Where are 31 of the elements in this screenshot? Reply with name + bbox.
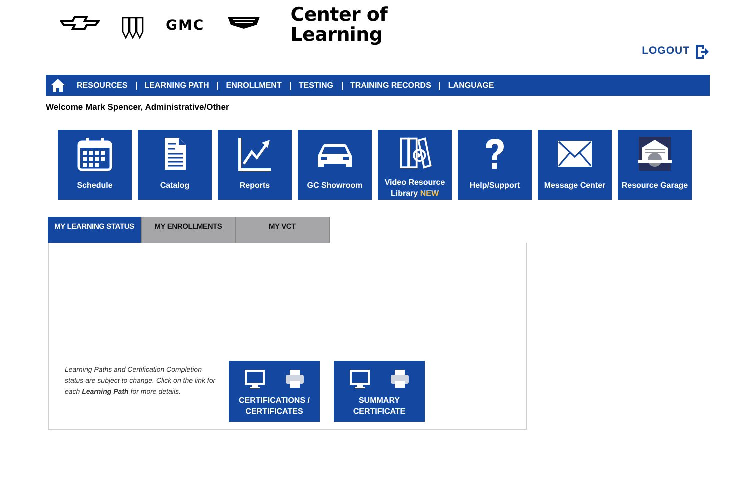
nav-link[interactable]: ENROLLMENT	[218, 80, 290, 92]
menu-tile[interactable]: Schedule	[58, 130, 132, 200]
garage-icon	[635, 136, 675, 172]
certificate-button[interactable]: CERTIFICATIONS / CERTIFICATES	[229, 360, 320, 422]
menu-tile[interactable]: Reports	[218, 130, 292, 200]
printer-icon	[284, 368, 304, 389]
menu-tile[interactable]: Video Resource Library NEW	[378, 130, 452, 200]
calendar-icon	[75, 136, 115, 172]
shield-logo-icon	[122, 16, 144, 40]
menu-tile[interactable]: Message Center	[538, 130, 612, 200]
brand-logo: GMC	[166, 17, 205, 36]
monitor-icon	[350, 368, 370, 389]
nav-link[interactable]: LANGUAGE	[440, 80, 502, 92]
menu-tile[interactable]: Help/Support	[458, 130, 532, 200]
nav-link[interactable]: TRAINING RECORDS	[342, 80, 440, 92]
printer-icon	[390, 368, 410, 389]
nav-link[interactable]: LEARNING PATH	[136, 80, 218, 92]
certificate-button[interactable]: SUMMARY CERTIFICATE	[334, 360, 425, 422]
home-icon	[51, 79, 65, 92]
welcome-text: Welcome Mark Spencer, Administrative/Other	[46, 101, 230, 114]
monitor-icon	[244, 368, 264, 389]
logout-icon	[694, 44, 710, 60]
menu-tile[interactable]: GC Showroom	[298, 130, 372, 200]
menu-tile[interactable]: Catalog	[138, 130, 212, 200]
menu-tile[interactable]: Resource Garage	[618, 130, 692, 200]
nav-link[interactable]: RESOURCES	[69, 80, 136, 92]
nav-link[interactable]: TESTING	[290, 80, 342, 92]
site-title: Center of Learning	[290, 6, 389, 48]
crest-logo-icon	[226, 16, 261, 30]
bowtie-logo-icon	[60, 16, 100, 30]
logout-link[interactable]: LOGOUT	[642, 44, 710, 60]
